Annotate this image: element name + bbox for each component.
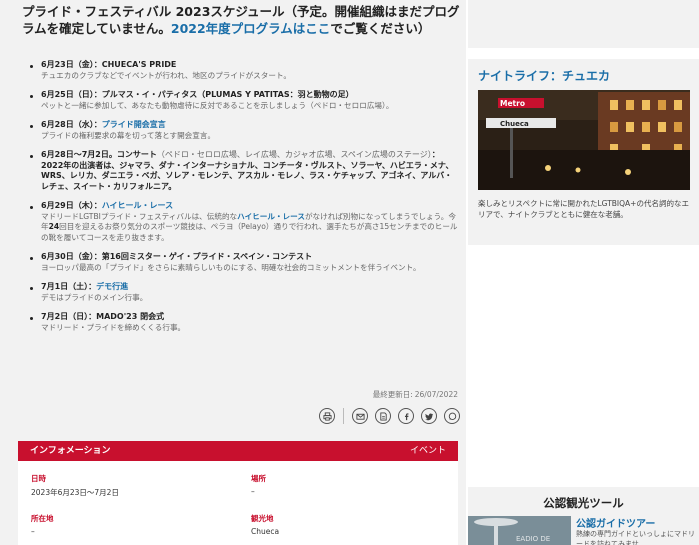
list-item: 6月30日（金）：第16回ミスター・ゲイ・プライド・スペイン・コンテスト ヨーロ… <box>30 252 460 273</box>
pride-opening-link[interactable]: プライド開会宣言 <box>102 120 166 129</box>
twitter-icon[interactable] <box>421 408 437 424</box>
event-desc: マドリードLGTBIプライド・フェスティバルは、伝統的なハイヒール・レースがなけ… <box>41 211 458 242</box>
demonstration-link[interactable]: デモ行進 <box>96 282 128 291</box>
title-text-end: でご覧ください） <box>330 21 431 36</box>
event-title: 7月2日（日）：MADO'23 閉会式 <box>41 312 165 321</box>
station-sign-text: Chueca <box>500 120 529 128</box>
list-item: 6月25日（日）：プルマス・イ・パティタス（PLUMAS Y PATITAS：羽… <box>30 90 460 111</box>
list-item: 6月23日（金）：CHUECA'S PRIDE チュエカのクラブなどでイベントが… <box>30 60 460 81</box>
nightlife-card[interactable]: ナイトライフ：チュエカ Metro Chueca 楽しみとリスペクトに常に開かれ… <box>468 59 699 245</box>
sidebar-top-block <box>468 0 699 48</box>
info-panel: 日時 2023年6月23日～7月2日 場所 – 所在地 – 観光地 Chueca <box>18 461 458 545</box>
official-tools-card: 公認観光ツール EADIO DE 公認ガイドツアー 熱練の専門ガイドといっしょに… <box>468 487 699 545</box>
info-area: 観光地 Chueca <box>251 514 280 536</box>
thumb-text: EADIO DE <box>516 535 550 543</box>
list-item: 7月1日（土）：デモ行進 デモはプライドのメイン行事。 <box>30 282 460 303</box>
event-desc: ペットと一緒に参加して、あなたも動物虐待に反対であることを示しましょう（ペドロ・… <box>41 100 394 110</box>
divider <box>343 408 344 424</box>
high-heel-race-link[interactable]: ハイヒール・レース <box>102 201 173 210</box>
sidebar: ナイトライフ：チュエカ Metro Chueca 楽しみとリスペクトに常に開かれ… <box>466 0 699 545</box>
chueca-photo[interactable]: Metro Chueca <box>478 90 690 190</box>
guide-tour-desc: 熱練の専門ガイドといっしょにマドリードを訪ねてみませ <box>576 530 695 545</box>
last-updated: 最終更新日: 26/07/2022 <box>372 390 458 399</box>
event-desc: プライドの権利要求の幕を切って落とす開会宣言。 <box>41 130 216 140</box>
guide-tour-link[interactable]: 公認ガイドツアー <box>576 515 655 530</box>
email-icon[interactable] <box>352 408 368 424</box>
info-category-tag: イベント <box>409 446 446 456</box>
event-title: 7月1日（土）：デモ行進 <box>41 282 129 291</box>
event-desc: デモはプライドのメイン行事。 <box>41 292 148 302</box>
info-place: 場所 – <box>251 474 266 496</box>
list-item: 6月28日（水）：プライド開会宣言 プライドの権利要求の幕を切って落とす開会宣言… <box>30 120 460 141</box>
nightlife-desc: 楽しみとリスペクトに常に開かれたLGTBIQA+の代名詞的なエリアで、ナイトクラ… <box>478 199 689 219</box>
whatsapp-icon[interactable] <box>444 408 460 424</box>
share-toolbar <box>319 408 467 424</box>
info-address: 所在地 – <box>31 514 54 536</box>
list-item: 6月28日～7月2日。コンサート（ペドロ・セロロ広場、レイ広場、カジャオ広場、ス… <box>30 150 460 192</box>
program-2022-link[interactable]: 2022年度プログラムはここ <box>171 21 330 36</box>
event-title: 6月29日（木）：ハイヒール・レース <box>41 201 174 210</box>
facebook-icon[interactable] <box>398 408 414 424</box>
event-title: 6月25日（日）：プルマス・イ・パティタス（PLUMAS Y PATITAS：羽… <box>41 90 354 99</box>
pdf-icon[interactable] <box>375 408 391 424</box>
event-title: 6月28日～7月2日。コンサート（ペドロ・セロロ広場、レイ広場、カジャオ広場、ス… <box>41 150 454 191</box>
info-date: 日時 2023年6月23日～7月2日 <box>31 474 119 497</box>
event-desc: マドリード・プライドを締めくくる行事。 <box>41 322 186 332</box>
page-title: プライド・フェスティバル 2023スケジュール（予定。開催組織はまだプログラムを… <box>22 3 462 37</box>
high-heel-race-inline-link[interactable]: ハイヒール・レース <box>237 212 305 221</box>
info-title: インフォメーション <box>30 446 111 456</box>
event-title: 6月23日（金）：CHUECA'S PRIDE <box>41 60 177 69</box>
nightlife-title[interactable]: ナイトライフ：チュエカ <box>478 67 610 84</box>
guide-tour-thumbnail[interactable]: EADIO DE <box>468 516 571 545</box>
event-list: 6月23日（金）：CHUECA'S PRIDE チュエカのクラブなどでイベントが… <box>30 60 460 342</box>
official-tools-title: 公認観光ツール <box>543 496 624 510</box>
event-desc: チュエカのクラブなどでイベントが行われ、地区のプライドがスタート。 <box>41 70 291 80</box>
event-title: 6月30日（金）：第16回ミスター・ゲイ・プライド・スペイン・コンテスト <box>41 252 313 261</box>
metro-sign-text: Metro <box>500 99 525 108</box>
list-item: 7月2日（日）：MADO'23 閉会式 マドリード・プライドを締めくくる行事。 <box>30 312 460 333</box>
main-content: プライド・フェスティバル 2023スケジュール（予定。開催組織はまだプログラムを… <box>0 0 466 545</box>
info-header: インフォメーション イベント <box>18 441 458 461</box>
list-item: 6月29日（木）：ハイヒール・レース マドリードLGTBIプライド・フェスティバ… <box>30 201 460 243</box>
print-icon[interactable] <box>319 408 335 424</box>
event-desc: ヨーロッパ最高の「プライド」をさらに素晴らしいものにする、明確な社会的コミットメ… <box>41 262 421 272</box>
event-title: 6月28日（水）：プライド開会宣言 <box>41 120 166 129</box>
